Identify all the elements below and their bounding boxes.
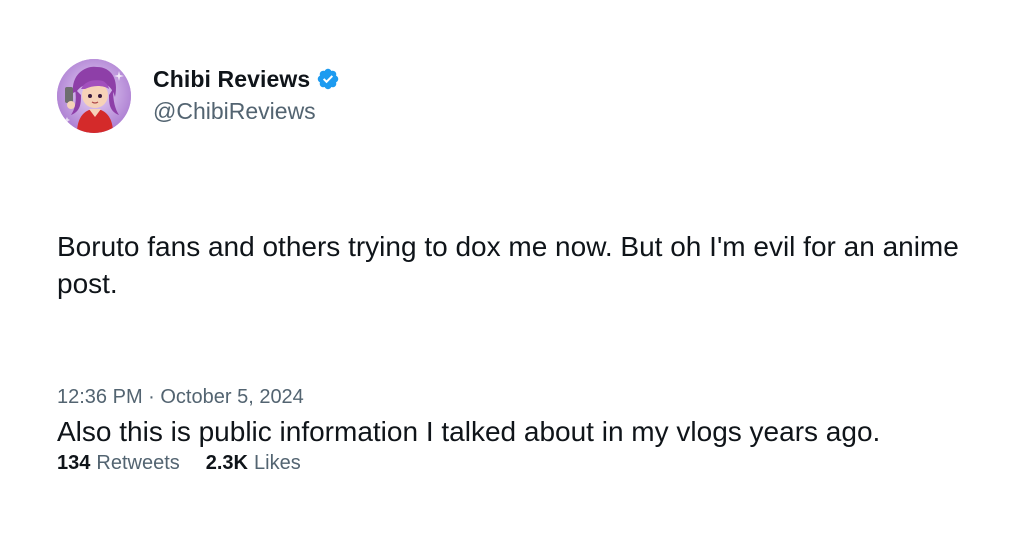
author-display-name[interactable]: Chibi Reviews: [153, 66, 310, 93]
retweets-label: Retweets: [96, 452, 180, 474]
tweet-paragraph: Also this is public information I talked…: [57, 416, 881, 447]
likes-count: 2.3K: [205, 452, 248, 474]
tweet-stats: 134 Retweets 2.3K Likes: [57, 452, 327, 475]
tweet-card: Chibi Reviews @ChibiReviews Boruto fans …: [0, 0, 1024, 535]
retweets-count: 134: [57, 452, 91, 474]
likes-stat[interactable]: 2.3K Likes: [206, 452, 301, 475]
avatar-illustration: [57, 59, 131, 133]
tweet-paragraph: Boruto fans and others trying to dox me …: [57, 231, 967, 299]
verified-badge-icon: [316, 67, 340, 91]
likes-label: Likes: [254, 452, 301, 474]
tweet-timestamp[interactable]: 12:36 PM · October 5, 2024: [57, 386, 304, 409]
avatar[interactable]: [57, 59, 131, 133]
author-name-row: Chibi Reviews: [153, 64, 340, 94]
retweets-stat[interactable]: 134 Retweets: [57, 452, 180, 475]
author-handle[interactable]: @ChibiReviews: [153, 98, 316, 125]
